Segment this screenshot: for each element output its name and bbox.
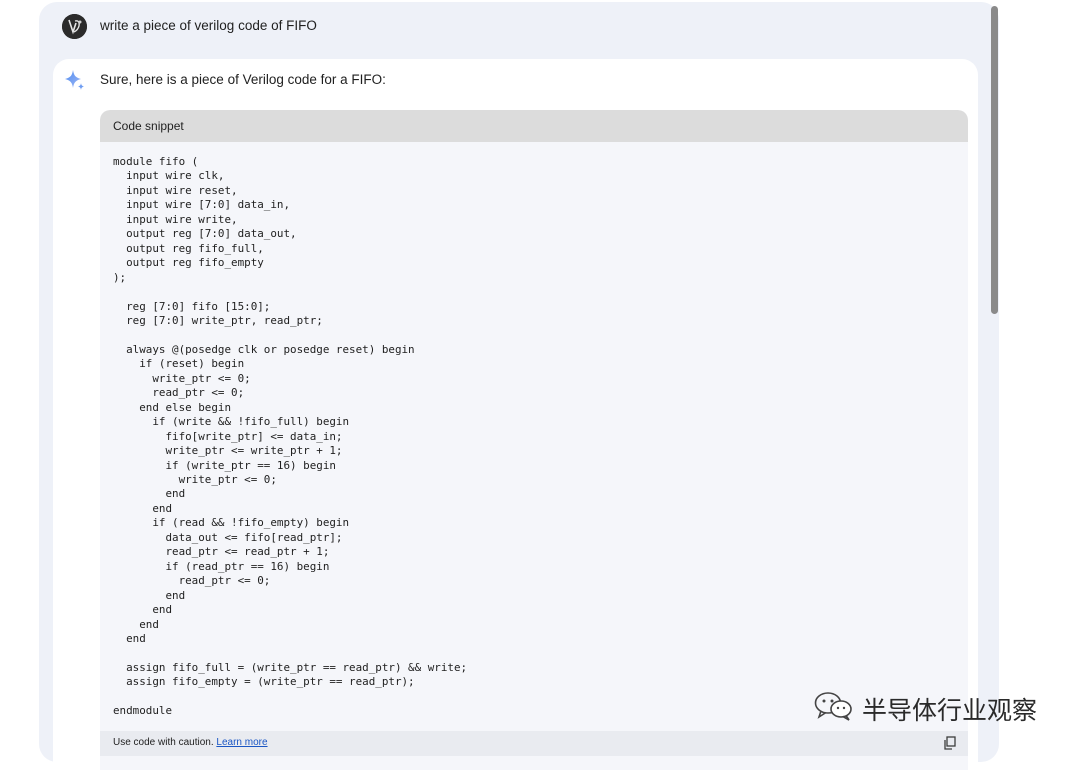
code-block-header: Code snippet [100, 110, 968, 142]
watermark-text: 半导体行业观察 [862, 696, 1038, 725]
code-block: Code snippet module fifo ( input wire cl… [100, 110, 968, 770]
code-content[interactable]: module fifo ( input wire clk, input wire… [100, 142, 968, 719]
caution-text: Use code with caution. [113, 737, 217, 748]
gemini-sparkle-icon [63, 69, 87, 93]
user-prompt: write a piece of verilog code of FIFO [100, 18, 317, 33]
code-block-footer: Use code with caution. Learn more [100, 731, 968, 756]
response-intro: Sure, here is a piece of Verilog code fo… [100, 72, 386, 87]
copy-icon[interactable] [943, 736, 956, 750]
caution-notice: Use code with caution. Learn more [113, 737, 268, 748]
learn-more-link[interactable]: Learn more [216, 737, 267, 748]
avatar-icon [62, 14, 87, 39]
scrollbar[interactable] [989, 4, 999, 752]
user-avatar[interactable] [62, 14, 87, 39]
wechat-icon [814, 692, 852, 721]
scrollbar-thumb[interactable] [991, 6, 998, 314]
